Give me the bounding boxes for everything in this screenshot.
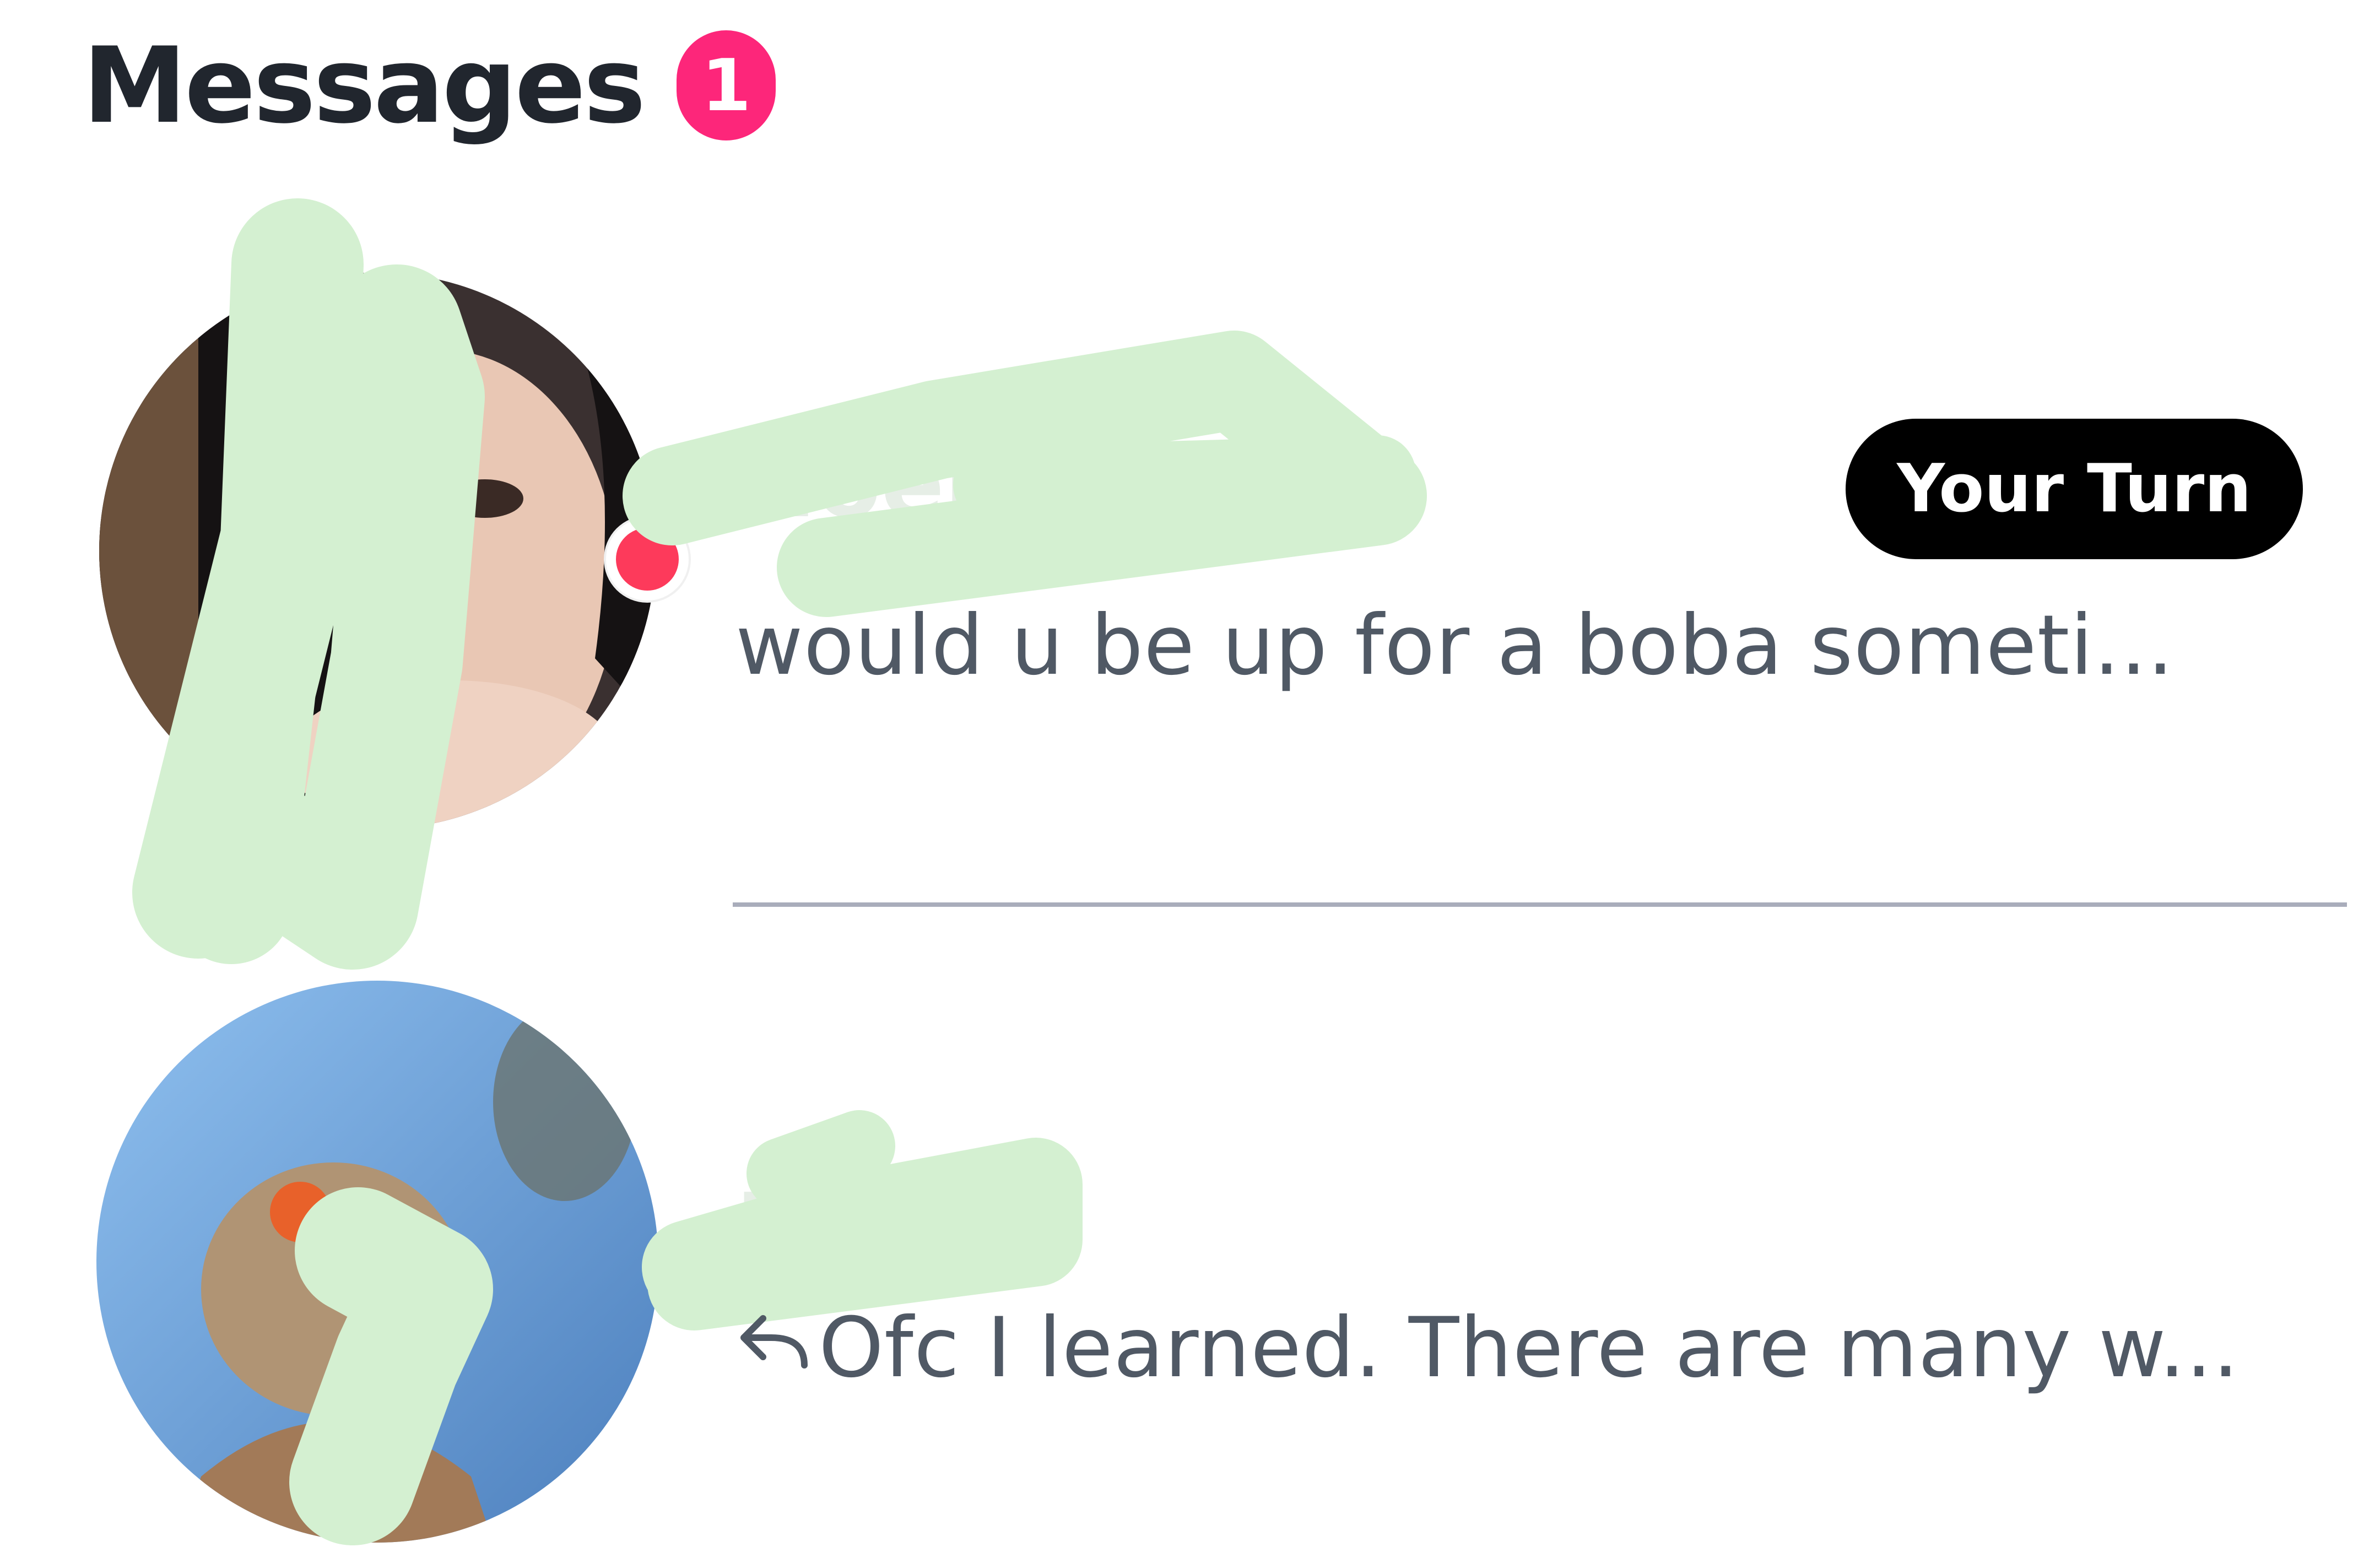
profile-photo-icon xyxy=(96,981,658,1543)
profile-photo-icon xyxy=(99,273,656,829)
message-preview: would u be up for a boba someti... xyxy=(735,598,2175,694)
conversation-name: Noemi xyxy=(738,430,1074,539)
reply-arrow-icon xyxy=(740,1315,808,1368)
unread-dot xyxy=(606,518,689,601)
message-preview: Ofc I learned. There are many w... xyxy=(733,1300,2240,1396)
conversation-row[interactable]: Julia Ofc I learned. There are many w... xyxy=(0,909,2380,1547)
your-turn-tag: Your Turn xyxy=(1846,419,2303,559)
avatar[interactable] xyxy=(96,981,658,1543)
message-preview-text: Ofc I learned. There are many w... xyxy=(819,1300,2240,1396)
divider xyxy=(733,902,2347,907)
avatar[interactable] xyxy=(99,273,656,829)
conversation-name: Julia xyxy=(735,1173,965,1283)
conversation-row[interactable]: Noemi Your Turn would u be up for a boba… xyxy=(0,0,2380,970)
